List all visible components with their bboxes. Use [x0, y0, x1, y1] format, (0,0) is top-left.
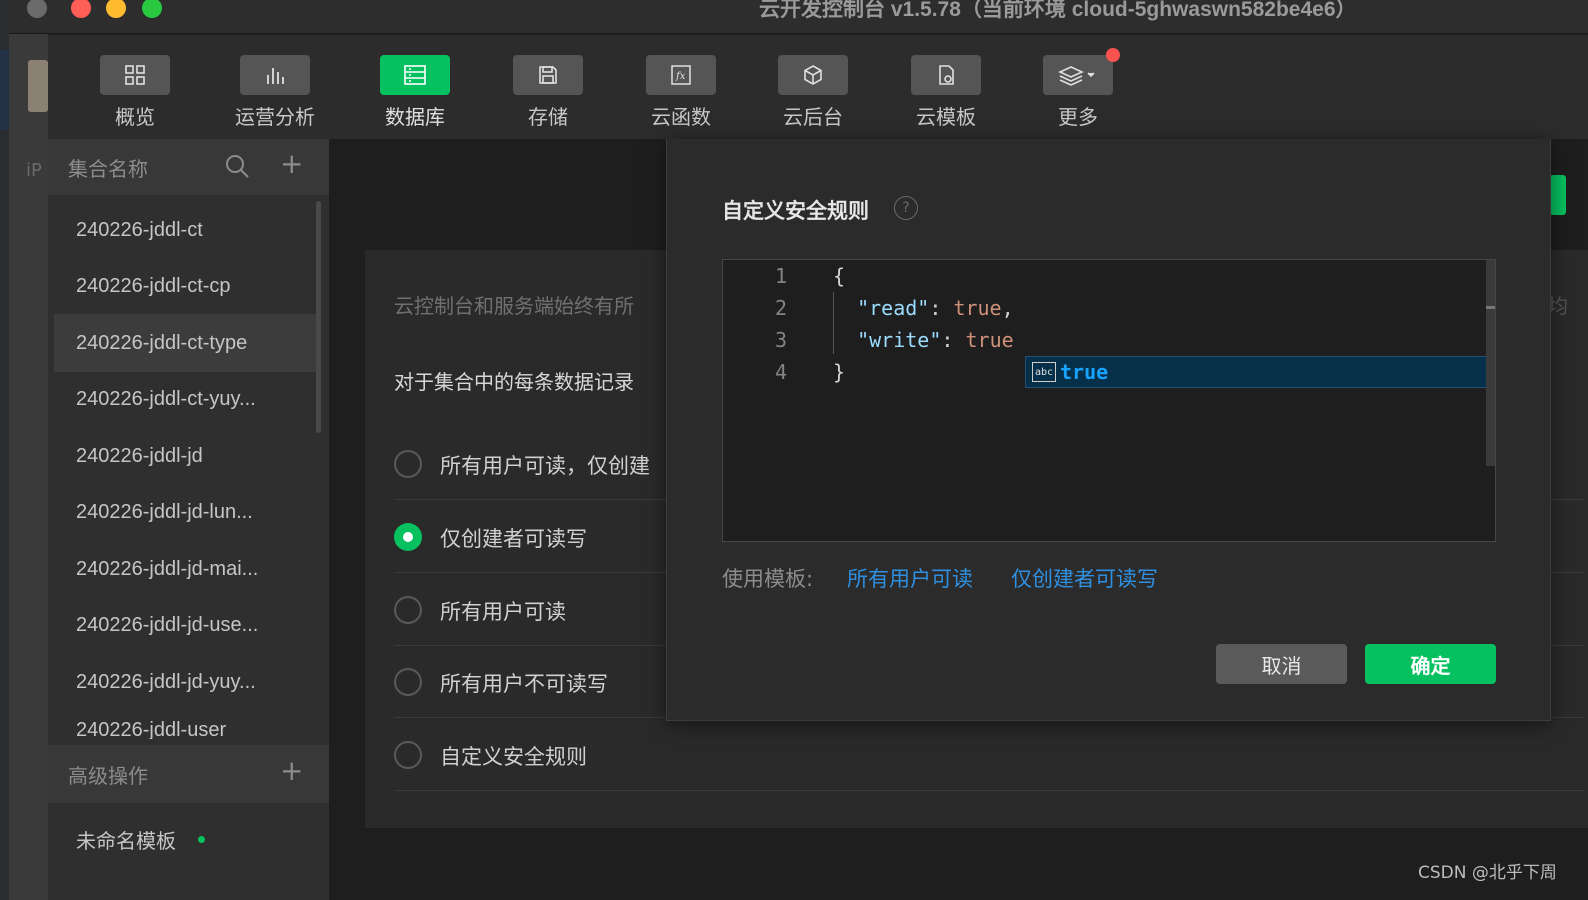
collection-item[interactable]: 240226-jddl-ct-cp — [54, 257, 316, 315]
help-icon[interactable]: ? — [894, 196, 918, 220]
line-number: 4 — [774, 360, 787, 384]
svg-text:fx: fx — [675, 71, 686, 82]
text-suggestion-icon: abc — [1032, 362, 1056, 382]
radio-button[interactable] — [394, 741, 422, 769]
watermark-text: CSDN @北乎下周 — [1418, 863, 1557, 883]
floppy-disk-icon — [513, 55, 583, 95]
maximize-window-button[interactable] — [142, 0, 162, 18]
dialog-title: 自定义安全规则 — [722, 199, 869, 223]
collection-list-header: 集合名称 + — [48, 139, 329, 195]
sidebar-scrollbar[interactable] — [316, 201, 321, 433]
toolbar-storage-label: 存储 — [528, 105, 568, 129]
partial-green-button[interactable] — [1550, 175, 1566, 215]
collection-item-partial[interactable]: 240226-jddl-user — [54, 719, 316, 739]
collection-item[interactable]: 240226-jddl-jd-yuy... — [54, 653, 316, 711]
unnamed-template-item[interactable]: 未命名模板 — [76, 825, 176, 854]
permission-option-label: 自定义安全规则 — [440, 745, 587, 769]
toolbar-templates-label: 云模板 — [916, 105, 976, 129]
background-thumbnail — [28, 60, 48, 112]
notification-dot — [1106, 48, 1120, 62]
custom-security-rule-dialog: 自定义安全规则 ? 1 2 3 4 { "read": true, "write… — [666, 139, 1551, 721]
code-line: "write": true — [857, 328, 1014, 352]
toolbar-functions-label: 云函数 — [651, 105, 711, 129]
permission-description: 云控制台和服务端始终有所 — [394, 294, 634, 318]
background-edge-text: iP — [26, 160, 42, 181]
toolbar-backend[interactable]: 云后台 — [768, 55, 858, 130]
add-advanced-operation-button[interactable]: + — [280, 757, 303, 785]
toolbar-functions[interactable]: fx 云函数 — [636, 55, 726, 130]
background-edge-accent — [0, 50, 9, 130]
layers-icon — [1043, 55, 1113, 95]
template-link-creator-rw[interactable]: 仅创建者可读写 — [1011, 563, 1158, 593]
toolbar-overview[interactable]: 概览 — [90, 55, 180, 130]
advanced-operations-header: 高级操作 + — [48, 745, 329, 803]
permission-option-label: 所有用户可读，仅创建 — [440, 454, 650, 478]
toolbar-more-label: 更多 — [1058, 105, 1098, 129]
line-number: 2 — [774, 296, 787, 320]
toolbar-storage[interactable]: 存储 — [503, 55, 593, 130]
radio-button[interactable] — [394, 450, 422, 478]
background-window-edge: iP — [0, 0, 48, 900]
collection-header-label: 集合名称 — [68, 157, 148, 181]
editor-scrollbar[interactable] — [1486, 260, 1495, 466]
status-dot — [198, 836, 205, 843]
window-title: 云开发控制台 v1.5.78（当前环境 cloud-5ghwaswn582be4… — [759, 0, 1357, 21]
confirm-button[interactable]: 确定 — [1365, 644, 1496, 684]
database-icon — [380, 55, 450, 95]
radio-button-checked[interactable] — [394, 523, 422, 551]
toolbar-analytics[interactable]: 运营分析 — [230, 55, 320, 130]
cube-icon — [778, 55, 848, 95]
code-line: "read": true, — [857, 296, 1014, 320]
toolbar-database[interactable]: 数据库 — [370, 55, 460, 130]
toolbar-backend-label: 云后台 — [783, 105, 843, 129]
advanced-operations-label: 高级操作 — [68, 764, 148, 788]
add-collection-button[interactable]: + — [280, 150, 303, 178]
search-icon[interactable] — [224, 153, 250, 179]
permission-question: 对于集合中的每条数据记录 — [394, 370, 634, 394]
template-icon — [911, 55, 981, 95]
template-link-all-read[interactable]: 所有用户可读 — [847, 563, 973, 593]
use-template-label: 使用模板: — [722, 567, 814, 591]
collection-item[interactable]: 240226-jddl-jd-use... — [54, 596, 316, 654]
toolbar-analytics-label: 运营分析 — [235, 105, 315, 129]
function-icon: fx — [646, 55, 716, 95]
bar-chart-icon — [240, 55, 310, 95]
grid-icon — [100, 55, 170, 95]
toolbar-templates[interactable]: 云模板 — [901, 55, 991, 130]
partial-text: 均 — [1548, 294, 1568, 318]
toolbar-database-label: 数据库 — [385, 105, 445, 129]
collection-item[interactable]: 240226-jddl-jd — [54, 427, 316, 485]
main-toolbar: 概览 运营分析 数据库 存储 fx 云函数 云后台 云模板 更多 — [48, 35, 1588, 139]
rule-code-editor[interactable]: 1 2 3 4 { "read": true, "write": true } … — [722, 259, 1496, 542]
line-number: 3 — [774, 328, 787, 352]
collection-item[interactable]: 240226-jddl-ct — [54, 201, 316, 259]
line-number: 1 — [774, 264, 787, 288]
autocomplete-suggestion[interactable]: abc true — [1025, 356, 1495, 388]
inactive-window-button — [27, 0, 47, 18]
collection-item[interactable]: 240226-jddl-jd-mai... — [54, 540, 316, 598]
permission-option-label: 所有用户可读 — [440, 600, 566, 624]
minimize-window-button[interactable] — [106, 0, 126, 18]
code-line: } — [833, 360, 846, 384]
permission-option[interactable]: 自定义安全规则 — [394, 719, 1584, 791]
close-window-button[interactable] — [71, 0, 91, 18]
collection-item[interactable]: 240226-jddl-ct-yuy... — [54, 370, 316, 428]
collection-item[interactable]: 240226-jddl-jd-lun... — [54, 483, 316, 541]
background-edge-panel — [0, 0, 9, 900]
title-bar: 云开发控制台 v1.5.78（当前环境 cloud-5ghwaswn582be4… — [9, 0, 1588, 34]
collection-item-selected[interactable]: 240226-jddl-ct-type — [54, 314, 316, 372]
cancel-button[interactable]: 取消 — [1216, 644, 1347, 684]
toolbar-overview-label: 概览 — [115, 105, 155, 129]
code-line: { — [833, 264, 846, 288]
suggestion-text: true — [1060, 360, 1109, 384]
editor-scrollbar-marker — [1486, 306, 1495, 309]
radio-button[interactable] — [394, 596, 422, 624]
toolbar-more[interactable]: 更多 — [1033, 55, 1123, 130]
collection-sidebar: 集合名称 + 240226-jddl-ct 240226-jddl-ct-cp … — [48, 139, 329, 900]
radio-button[interactable] — [394, 668, 422, 696]
permission-option-label: 所有用户不可读写 — [440, 672, 608, 696]
permission-option-label: 仅创建者可读写 — [440, 527, 587, 551]
